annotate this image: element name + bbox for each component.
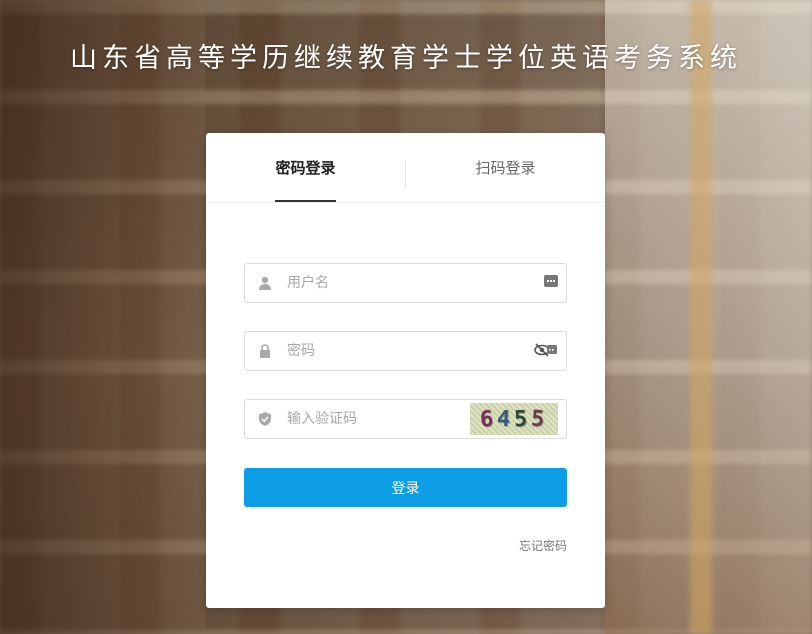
background-shelf-left	[0, 0, 205, 634]
captcha-digit: 4	[496, 406, 515, 432]
page-title: 山东省高等学历继续教育学士学位英语考务系统	[70, 43, 742, 74]
captcha-digit: 5	[513, 406, 532, 432]
captcha-field: 6 4 5 5	[244, 399, 567, 439]
login-tabs: 密码登录 扫码登录	[206, 133, 605, 203]
shield-icon	[259, 412, 271, 426]
forgot-password-link[interactable]: 忘记密码	[519, 537, 567, 554]
eye-slash-icon[interactable]	[534, 343, 558, 357]
username-field	[244, 263, 567, 303]
active-tab-indicator	[275, 200, 336, 202]
captcha-digit: 5	[530, 405, 550, 433]
password-input[interactable]	[287, 332, 527, 370]
captcha-image[interactable]: 6 4 5 5	[470, 403, 558, 435]
tab-password-login[interactable]: 密码登录	[206, 133, 405, 202]
user-icon	[259, 276, 271, 290]
captcha-digit: 6	[478, 405, 498, 433]
keyboard-icon[interactable]	[544, 275, 558, 287]
lock-icon	[260, 344, 270, 358]
tab-qrcode-login[interactable]: 扫码登录	[406, 133, 605, 202]
username-input[interactable]	[287, 264, 527, 302]
login-button[interactable]: 登录	[244, 468, 567, 507]
password-field	[244, 331, 567, 371]
login-card: 密码登录 扫码登录 用户名 输入验证码 6 4 5 5 登录 忘记密码	[206, 133, 605, 608]
background-pillar	[690, 0, 712, 634]
